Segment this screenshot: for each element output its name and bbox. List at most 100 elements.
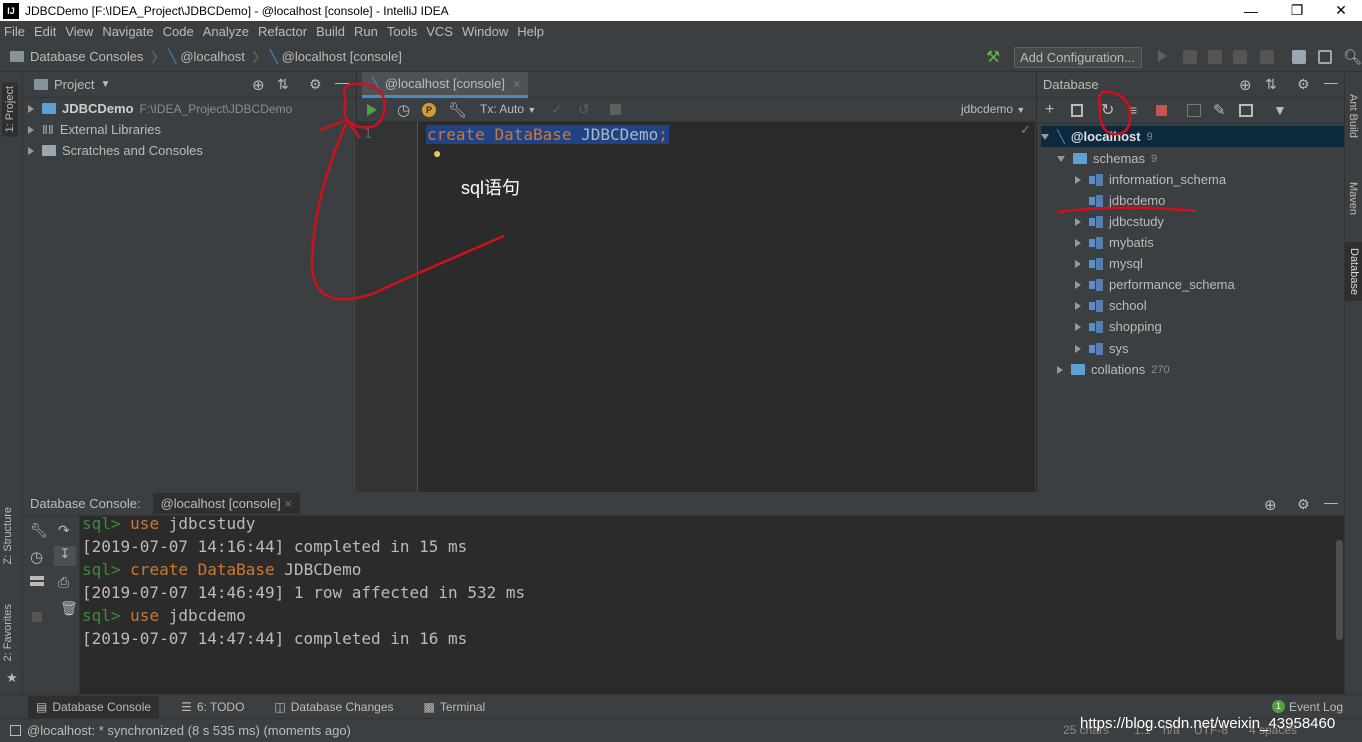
tree-item-schema[interactable]: sys	[1075, 338, 1129, 359]
tree-item-schema[interactable]: school	[1075, 295, 1147, 316]
commit-icon[interactable]: ✓	[551, 101, 563, 118]
tab-database-changes[interactable]: ◫ Database Changes	[266, 696, 401, 718]
transaction-mode-selector[interactable]: Tx: Auto ▼	[480, 102, 536, 116]
maven-tool-tab[interactable]: Maven	[1347, 182, 1359, 215]
history-icon[interactable]: ◷	[397, 101, 410, 119]
expand-arrow-icon[interactable]	[1075, 344, 1081, 353]
structure-tool-tab[interactable]: Z: Structure	[2, 507, 14, 564]
expand-arrow-icon[interactable]	[1075, 301, 1081, 310]
minimize-button[interactable]: —	[1228, 0, 1274, 21]
tab-localhost-console[interactable]: ╲ @localhost [console] ×	[362, 72, 528, 98]
hide-icon[interactable]: —	[335, 74, 349, 90]
menu-code[interactable]: Code	[163, 24, 194, 39]
collapse-arrow-icon[interactable]	[1041, 133, 1049, 140]
lightbulb-icon[interactable]: ●	[433, 145, 441, 161]
menu-file[interactable]: File	[4, 24, 25, 39]
presentation-icon[interactable]	[1318, 50, 1332, 64]
expand-arrow-icon[interactable]	[1075, 322, 1081, 331]
menu-navigate[interactable]: Navigate	[102, 24, 153, 39]
edit-icon[interactable]: ✎	[1213, 101, 1226, 119]
soft-wrap-icon[interactable]: ↷	[58, 522, 70, 539]
expand-arrow-icon[interactable]	[1075, 238, 1081, 247]
tree-item-collations[interactable]: collations 270	[1057, 359, 1170, 380]
collapse-icon[interactable]: ⇅	[1265, 76, 1277, 93]
execute-icon[interactable]	[367, 104, 377, 116]
menu-help[interactable]: Help	[517, 24, 544, 39]
expand-arrow-icon[interactable]	[28, 104, 34, 113]
status-toggle-icon[interactable]	[10, 725, 21, 736]
code-line[interactable]: create DataBase JDBCDemo;	[426, 125, 669, 144]
gear-icon[interactable]: ⚙	[309, 76, 322, 93]
maximize-button[interactable]: ❐	[1274, 0, 1320, 21]
scrollbar[interactable]	[1336, 540, 1343, 640]
locate-icon[interactable]: ⊕	[252, 76, 265, 94]
expand-arrow-icon[interactable]	[28, 146, 34, 155]
stop-icon[interactable]	[1260, 50, 1274, 64]
close-tab-icon[interactable]: ×	[513, 76, 521, 91]
wrench-icon[interactable]: 🔧︎	[30, 522, 48, 539]
ant-build-tool-tab[interactable]: Ant Build	[1347, 94, 1359, 138]
tree-item-scratches[interactable]: Scratches and Consoles	[28, 140, 203, 161]
debug-icon[interactable]	[1183, 50, 1197, 64]
hide-icon[interactable]: —	[1324, 74, 1338, 90]
filter-icon[interactable]: ▼	[1273, 102, 1287, 118]
favorites-tool-tab[interactable]: 2: Favorites	[2, 604, 14, 661]
breadcrumb-console[interactable]: @localhost [console]	[282, 49, 402, 64]
tree-item-schema[interactable]: mybatis	[1075, 232, 1154, 253]
tree-item-schema[interactable]: information_schema	[1075, 169, 1226, 190]
menu-build[interactable]: Build	[316, 24, 345, 39]
menu-tools[interactable]: Tools	[387, 24, 417, 39]
stop-icon[interactable]	[32, 612, 42, 622]
expand-arrow-icon[interactable]	[1057, 365, 1063, 374]
refresh-icon[interactable]: ↻	[1101, 100, 1114, 120]
tree-item-schema[interactable]: jdbcdemo	[1089, 190, 1165, 211]
chevron-down-icon[interactable]: ▼	[100, 79, 110, 90]
add-icon[interactable]: +	[1045, 101, 1054, 119]
tree-item-schema[interactable]: shopping	[1075, 316, 1162, 337]
tree-item-schema[interactable]: mysql	[1075, 253, 1143, 274]
project-view-selector[interactable]: Project	[54, 77, 94, 92]
trash-icon[interactable]: 🗑︎	[60, 600, 78, 617]
parameters-icon[interactable]: P	[422, 103, 436, 117]
schema-selector[interactable]: jdbcdemo ▼	[961, 102, 1025, 116]
breadcrumb-localhost[interactable]: @localhost	[180, 49, 245, 64]
console-tab[interactable]: @localhost [console] ×	[152, 493, 300, 514]
close-window-button[interactable]: ✕	[1318, 0, 1362, 21]
hide-icon[interactable]: —	[1324, 494, 1338, 510]
project-tool-tab[interactable]: 1: Project	[2, 82, 18, 137]
run-icon[interactable]	[1158, 50, 1167, 62]
expand-arrow-icon[interactable]	[1075, 175, 1081, 184]
expand-arrow-icon[interactable]	[1075, 280, 1081, 289]
gear-icon[interactable]: ⚙	[1297, 496, 1310, 513]
menu-analyze[interactable]: Analyze	[203, 24, 249, 39]
expand-arrow-icon[interactable]	[28, 125, 34, 134]
locate-icon[interactable]: ⊕	[1239, 76, 1252, 94]
menu-window[interactable]: Window	[462, 24, 508, 39]
build-hammer-icon[interactable]: ⚒	[986, 47, 1000, 67]
console-icon[interactable]	[1239, 104, 1253, 117]
rollback-icon[interactable]: ↺	[578, 101, 590, 118]
locate-icon[interactable]: ⊕	[1264, 496, 1277, 514]
coverage-icon[interactable]	[1208, 50, 1222, 64]
close-tab-icon[interactable]: ×	[284, 496, 292, 511]
layout-icon[interactable]	[30, 576, 44, 586]
print-icon[interactable]: ⎙	[58, 574, 69, 591]
tree-item-external-libraries[interactable]: ⅡⅡ External Libraries	[28, 119, 161, 140]
collapse-icon[interactable]: ⇅	[277, 76, 289, 93]
wrench-icon[interactable]: 🔧︎	[448, 101, 467, 119]
search-everywhere-icon[interactable]: 🔍︎	[1343, 48, 1362, 66]
breadcrumb-database-consoles[interactable]: Database Consoles	[30, 49, 143, 64]
menu-refactor[interactable]: Refactor	[258, 24, 307, 39]
tab-database-console[interactable]: ▤ Database Console	[28, 695, 160, 718]
add-configuration-button[interactable]: Add Configuration...	[1014, 47, 1142, 68]
tab-terminal[interactable]: ▩ Terminal	[416, 696, 494, 718]
gear-icon[interactable]: ⚙	[1297, 76, 1310, 93]
copy-icon[interactable]	[1071, 104, 1083, 117]
menu-edit[interactable]: Edit	[34, 24, 56, 39]
disconnect-icon[interactable]	[1156, 105, 1167, 116]
project-structure-icon[interactable]	[1292, 50, 1306, 64]
expand-arrow-icon[interactable]	[1075, 217, 1081, 226]
menu-run[interactable]: Run	[354, 24, 378, 39]
tree-item-localhost[interactable]: ╲ @localhost 9	[1041, 126, 1345, 147]
tree-item-schema[interactable]: jdbcstudy	[1075, 211, 1164, 232]
